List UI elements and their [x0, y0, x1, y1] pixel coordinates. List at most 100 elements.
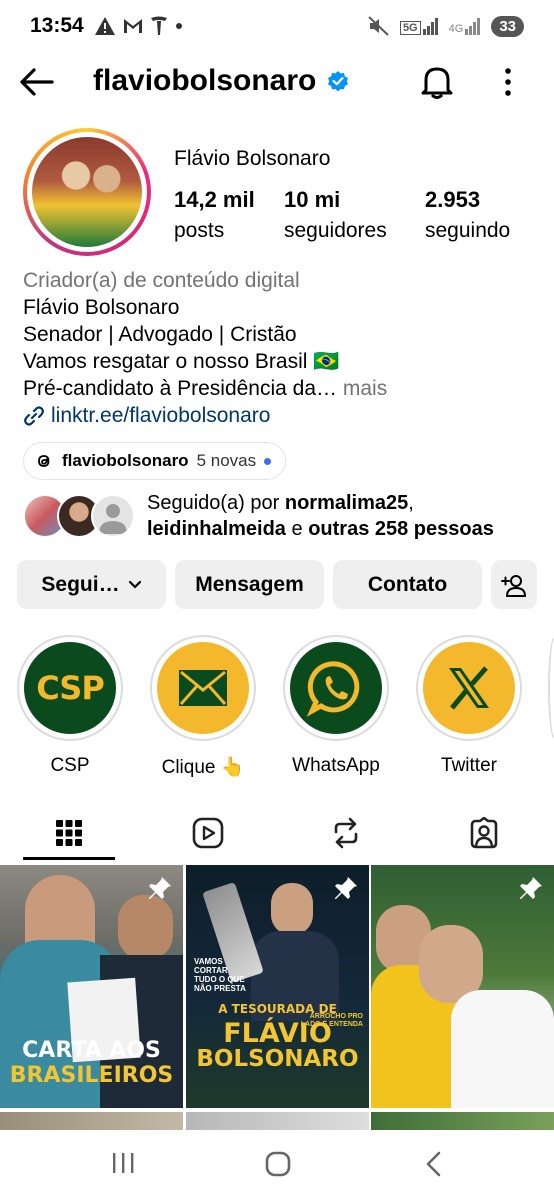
stat-followers[interactable]: 10 mi seguidores: [284, 187, 387, 243]
post-thumbnail-1[interactable]: CARTA AOS BRASILEIROS: [0, 865, 183, 1108]
message-button[interactable]: Mensagem: [175, 560, 324, 609]
status-left: 13:54: [30, 14, 184, 38]
highlight-ring: CSP: [17, 635, 123, 741]
x-logo-icon: [449, 666, 489, 710]
post-thumbnail-6[interactable]: [371, 1112, 554, 1132]
home-icon[interactable]: [264, 1150, 292, 1178]
verified-badge-icon: [328, 71, 349, 92]
warning-icon: [94, 17, 115, 35]
threads-username: flaviobolsonaro: [62, 451, 189, 470]
highlight-cover: [157, 642, 249, 734]
link-icon: [24, 405, 44, 426]
profile-avatar-story-ring[interactable]: [23, 128, 151, 256]
notifications-bell-icon[interactable]: [420, 64, 454, 100]
tab-tagged[interactable]: [438, 805, 530, 861]
post-2-caption-line-1: A TESOURADA DE: [218, 1002, 337, 1016]
stat-following-value: 2.953: [425, 187, 481, 212]
bio-link-text: linktr.ee/flaviobolsonaro: [51, 404, 271, 427]
mutual-user-1: normalima25: [284, 492, 409, 514]
bio-external-link[interactable]: linktr.ee/flaviobolsonaro: [23, 402, 533, 429]
avatar-frame: [27, 132, 147, 252]
highlight-twitter[interactable]: Twitter: [414, 635, 524, 777]
stat-followers-label: seguidores: [284, 219, 387, 242]
followed-middle: e: [285, 518, 309, 540]
profile-header: flaviobolsonaro: [0, 52, 554, 112]
bio-line-3: Vamos resgatar o nosso Brasil 🇧🇷: [23, 350, 340, 373]
highlight-label: Twitter: [441, 755, 497, 776]
default-user-icon: [99, 504, 127, 534]
threads-badge[interactable]: flaviobolsonaro 5 novas: [23, 442, 287, 480]
profile-username[interactable]: flaviobolsonaro: [93, 64, 350, 98]
tagged-icon: [470, 817, 498, 849]
grid-icon: [56, 820, 82, 846]
stat-following-label: seguindo: [425, 219, 511, 242]
profile-tabs: [0, 805, 554, 861]
bio-line-4-text: Pré-candidato à Presidência da…: [23, 377, 338, 400]
battery-indicator: 33: [491, 15, 524, 37]
stat-posts[interactable]: 14,2 mil posts: [174, 187, 255, 243]
back-nav-icon[interactable]: [422, 1150, 446, 1178]
chevron-down-icon: [128, 580, 141, 589]
following-button-label: Segui…: [41, 572, 120, 596]
recent-apps-icon[interactable]: [110, 1150, 136, 1176]
profile-full-name: Flávio Bolsonaro: [174, 147, 331, 170]
envelope-icon: [179, 670, 227, 706]
followed-prefix: Seguido(a) por: [147, 492, 285, 514]
threads-new-count: 5 novas: [196, 451, 257, 470]
profile-category: Criador(a) de conteúdo digital: [23, 269, 300, 292]
csp-logo-text: CSP: [36, 669, 105, 707]
post-thumbnail-3[interactable]: [371, 865, 554, 1108]
tab-reels[interactable]: [162, 805, 254, 861]
tesla-icon: [150, 16, 167, 35]
contact-button[interactable]: Contato: [333, 560, 482, 609]
username-text: flaviobolsonaro: [93, 64, 317, 97]
stat-posts-value: 14,2 mil: [174, 187, 255, 212]
highlight-clique[interactable]: Clique 👆: [148, 635, 258, 779]
back-arrow-icon[interactable]: [16, 62, 56, 102]
highlight-whatsapp[interactable]: WhatsApp: [281, 635, 391, 777]
dot-icon: [175, 23, 182, 29]
post-2-side-text: TUDO O QUE: [194, 975, 245, 984]
stat-following[interactable]: 2.953 seguindo: [425, 187, 510, 243]
post-1-caption-line-1: CARTA AOS: [22, 1038, 161, 1063]
profile-bio: Criador(a) de conteúdo digital Flávio Bo…: [23, 267, 533, 429]
post-2-side-text: VAMOS: [194, 957, 223, 966]
tab-posts-grid[interactable]: [23, 805, 115, 861]
4g-label: 4G: [448, 23, 464, 35]
followed-sep: ,: [408, 492, 414, 514]
highlight-cover: [423, 642, 515, 734]
suggested-users-button[interactable]: [491, 560, 537, 609]
status-bar: 13:54 5G 4G 33: [0, 0, 554, 52]
whatsapp-icon: [306, 661, 360, 717]
reels-icon: [192, 817, 224, 849]
stat-posts-label: posts: [174, 219, 225, 242]
post-2-side-text: NÃO PRESTA: [194, 984, 246, 993]
notification-icons: [94, 16, 184, 36]
mutual-followers-text: Seguido(a) por normalima25, leidinhalmei…: [147, 490, 494, 542]
status-time: 13:54: [30, 14, 84, 37]
highlight-csp[interactable]: CSP CSP: [15, 635, 125, 777]
highlight-label: CSP: [50, 755, 90, 776]
mutual-followers[interactable]: Seguido(a) por normalima25, leidinhalmei…: [23, 490, 543, 542]
active-tab-indicator: [23, 857, 115, 860]
tab-reposts[interactable]: [300, 805, 392, 861]
bio-more-link[interactable]: mais: [343, 377, 387, 400]
post-2-caption-line-3: BOLSONARO: [196, 1046, 359, 1072]
highlight-ring: [416, 635, 522, 741]
4g-signal-icon: 4G: [449, 17, 482, 35]
highlight-partial-offscreen[interactable]: [548, 638, 554, 738]
reposts-icon: [334, 817, 358, 849]
avatar: [32, 137, 142, 247]
more-options-icon[interactable]: [500, 66, 516, 98]
post-thumbnail-4[interactable]: [0, 1112, 183, 1132]
post-thumbnail-2[interactable]: VAMOS CORTAR TUDO O QUE NÃO PRESTA ARROC…: [186, 865, 369, 1108]
post-thumbnail-5[interactable]: [186, 1112, 369, 1132]
5g-label: 5G: [399, 21, 421, 35]
post-person: [118, 895, 173, 960]
post-person: [271, 883, 313, 935]
following-dropdown-button[interactable]: Segui…: [17, 560, 166, 609]
bio-line-2: Senador | Advogado | Cristão: [23, 323, 297, 346]
post-1-caption-line-2: BRASILEIROS: [9, 1063, 174, 1088]
5g-signal-icon: 5G: [399, 17, 439, 35]
mutual-user-2: leidinhalmeida: [147, 518, 286, 540]
